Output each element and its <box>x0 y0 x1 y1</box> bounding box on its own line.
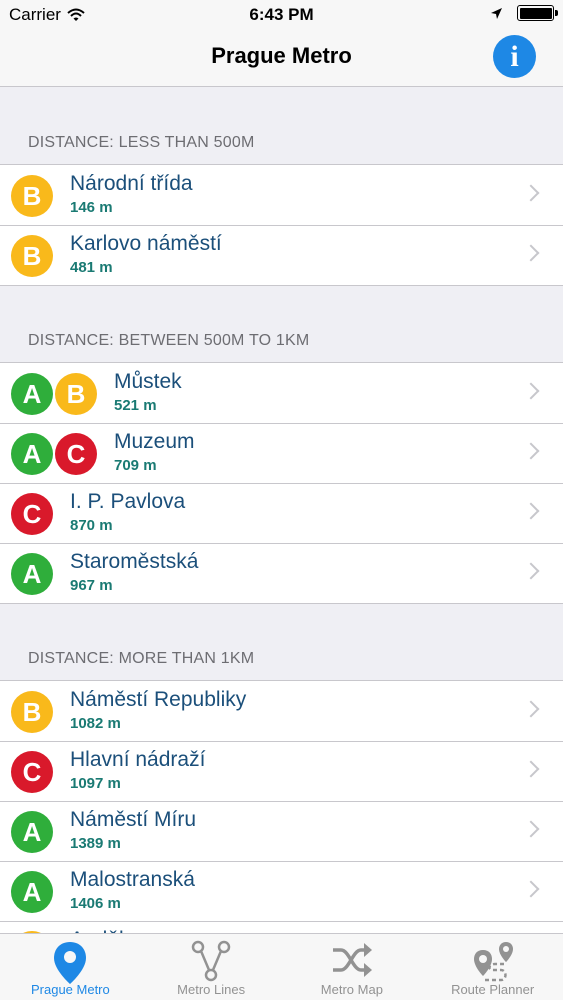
status-time: 6:43 PM <box>249 5 314 24</box>
station-name: Malostranská <box>70 868 195 891</box>
tab-bar: Prague Metro Metro Lines Metro Map Route Pl… <box>0 933 563 1000</box>
line-badges: B <box>11 691 53 733</box>
station-section: B Náměstí Republiky 1082 m C Hlavní nádraží 1… <box>0 680 563 933</box>
chevron-right-icon <box>522 760 540 778</box>
station-text: Náměstí Republiky 1082 m <box>70 687 246 732</box>
station-name: I. P. Pavlova <box>70 490 186 513</box>
station-text: Karlovo náměstí 481 m <box>70 231 222 276</box>
station-distance: 1082 m <box>70 715 121 732</box>
metro-lines-icon <box>191 940 231 985</box>
station-row[interactable]: BAnděl <box>0 921 563 933</box>
station-distance: 1406 m <box>70 895 121 912</box>
line-b-badge: B <box>11 691 53 733</box>
station-name: Náměstí Míru <box>70 808 197 831</box>
station-distance: 709 m <box>114 457 157 474</box>
tab-label: Metro Map <box>320 982 383 997</box>
station-name: Náměstí Republiky <box>70 688 247 711</box>
station-name: Národní třída <box>70 172 193 195</box>
station-text: Náměstí Míru 1389 m <box>70 807 196 852</box>
shuffle-icon <box>331 940 373 983</box>
station-distance: 967 m <box>70 577 113 594</box>
station-text: Malostranská 1406 m <box>70 867 195 912</box>
line-badges: C <box>11 493 53 535</box>
chevron-right-icon <box>522 880 540 898</box>
tab-prague-metro[interactable]: Prague Metro <box>0 934 141 1000</box>
station-distance: 870 m <box>70 517 113 534</box>
chevron-right-icon <box>522 244 540 262</box>
line-b-badge: B <box>11 175 53 217</box>
line-badges: A <box>11 553 53 595</box>
line-badges: B <box>11 175 53 217</box>
station-text: Staroměstská 967 m <box>70 549 198 594</box>
line-a-badge: A <box>11 433 53 475</box>
location-arrow-icon <box>491 7 502 19</box>
line-b-badge: B <box>55 373 97 415</box>
station-text: Hlavní nádraží 1097 m <box>70 747 205 792</box>
station-text: Muzeum 709 m <box>114 429 195 474</box>
station-distance: 146 m <box>70 199 113 216</box>
station-name: Karlovo náměstí <box>70 232 222 255</box>
line-badges: A <box>11 811 53 853</box>
station-text: Národní třída 146 m <box>70 171 193 216</box>
chevron-right-icon <box>522 700 540 718</box>
station-text: Můstek 521 m <box>114 369 182 414</box>
line-badges: B <box>11 235 53 277</box>
tab-label: Route Planner <box>451 982 535 997</box>
station-row[interactable]: A B Můstek 521 m <box>0 363 563 423</box>
line-a-badge: A <box>11 553 53 595</box>
chevron-right-icon <box>522 184 540 202</box>
station-row[interactable]: C I. P. Pavlova 870 m <box>0 483 563 543</box>
route-planner-icon <box>471 940 515 987</box>
chevron-right-icon <box>522 442 540 460</box>
station-row[interactable]: A C Muzeum 709 m <box>0 423 563 483</box>
station-name: Hlavní nádraží <box>70 748 206 771</box>
station-row[interactable]: C Hlavní nádraží 1097 m <box>0 741 563 801</box>
station-distance: 481 m <box>70 259 113 276</box>
chevron-right-icon <box>522 382 540 400</box>
station-list[interactable]: DISTANCE: LESS THAN 500M B Národní třída 14… <box>0 88 563 933</box>
page-title: Prague Metro <box>211 43 352 68</box>
station-section: B Národní třída 146 m B Karlovo náměstí 481 m <box>0 164 563 286</box>
station-row[interactable]: A Náměstí Míru 1389 m <box>0 801 563 861</box>
station-row[interactable]: B Náměstí Republiky 1082 m <box>0 681 563 741</box>
line-a-badge: A <box>11 871 53 913</box>
tab-metro-map[interactable]: Metro Map <box>282 934 423 1000</box>
station-section: A B Můstek 521 m A C Muzeum 709 m C I. P. Pavlova… <box>0 362 563 604</box>
tab-label: Prague Metro <box>30 982 110 997</box>
line-badges: AB <box>11 373 97 415</box>
line-badges: A <box>11 871 53 913</box>
line-badges: C <box>11 751 53 793</box>
section-header: DISTANCE: LESS THAN 500M <box>28 134 255 151</box>
line-c-badge: C <box>55 433 97 475</box>
station-row[interactable]: A Staroměstská 967 m <box>0 543 563 603</box>
station-text: I. P. Pavlova 870 m <box>70 489 185 534</box>
tab-metro-lines[interactable]: Metro Lines <box>141 934 282 1000</box>
station-distance: 1097 m <box>70 775 121 792</box>
line-c-badge: C <box>11 493 53 535</box>
station-distance: 521 m <box>114 397 157 414</box>
station-name: Muzeum <box>114 430 195 453</box>
status-bar: Carrier 6:43 PM <box>0 0 563 30</box>
line-a-badge: A <box>11 373 53 415</box>
station-row[interactable]: A Malostranská 1406 m <box>0 861 563 921</box>
station-distance: 1389 m <box>70 835 121 852</box>
navigation-bar: Prague Metro i <box>0 30 563 87</box>
info-button[interactable]: i <box>493 35 536 78</box>
line-badges: AC <box>11 433 97 475</box>
station-row[interactable]: B Národní třída 146 m <box>0 165 563 225</box>
chevron-right-icon <box>522 502 540 520</box>
station-row[interactable]: B Karlovo náměstí 481 m <box>0 225 563 285</box>
station-name: Můstek <box>114 370 182 393</box>
battery-icon <box>517 5 558 21</box>
section-header: DISTANCE: BETWEEN 500M TO 1KM <box>28 332 310 349</box>
line-c-badge: C <box>11 751 53 793</box>
chevron-right-icon <box>522 820 540 838</box>
station-name: Staroměstská <box>70 550 199 573</box>
section-header: DISTANCE: MORE THAN 1KM <box>28 650 255 667</box>
line-a-badge: A <box>11 811 53 853</box>
chevron-right-icon <box>522 562 540 580</box>
tab-label: Metro Lines <box>177 982 246 997</box>
line-b-badge: B <box>11 235 53 277</box>
tab-route-planner[interactable]: Route Planner <box>422 934 563 1000</box>
